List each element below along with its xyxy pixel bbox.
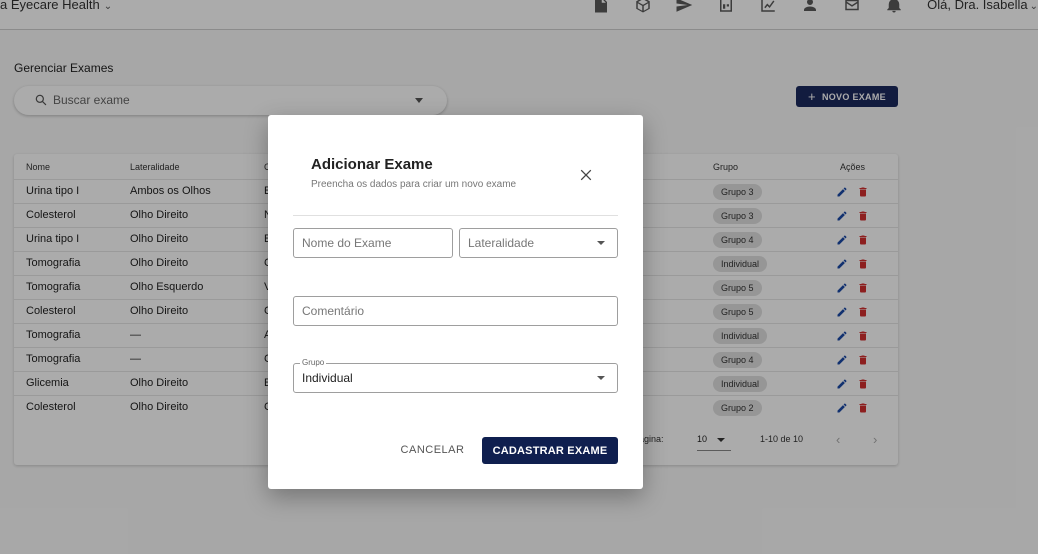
cancel-button[interactable]: CANCELAR bbox=[395, 437, 470, 463]
submit-exam-button[interactable]: CADASTRAR EXAME bbox=[482, 437, 618, 464]
chevron-down-icon bbox=[597, 376, 605, 380]
comment-field[interactable]: Comentário bbox=[293, 296, 618, 326]
chevron-down-icon bbox=[597, 241, 605, 245]
laterality-placeholder: Lateralidade bbox=[468, 236, 535, 250]
dialog-title: Adicionar Exame bbox=[311, 156, 433, 173]
dialog-subtitle: Preencha os dados para criar um novo exa… bbox=[311, 179, 517, 190]
group-value: Individual bbox=[302, 371, 353, 385]
close-icon[interactable] bbox=[578, 167, 594, 183]
add-exam-dialog: Adicionar Exame Preencha os dados para c… bbox=[268, 115, 643, 489]
group-label: Grupo bbox=[300, 358, 327, 367]
exam-name-field[interactable]: Nome do Exame bbox=[293, 228, 453, 258]
group-select[interactable]: Grupo Individual bbox=[293, 358, 618, 393]
exam-name-placeholder: Nome do Exame bbox=[302, 236, 392, 250]
laterality-select[interactable]: Lateralidade bbox=[459, 228, 618, 258]
comment-placeholder: Comentário bbox=[302, 304, 365, 318]
divider bbox=[293, 215, 618, 216]
